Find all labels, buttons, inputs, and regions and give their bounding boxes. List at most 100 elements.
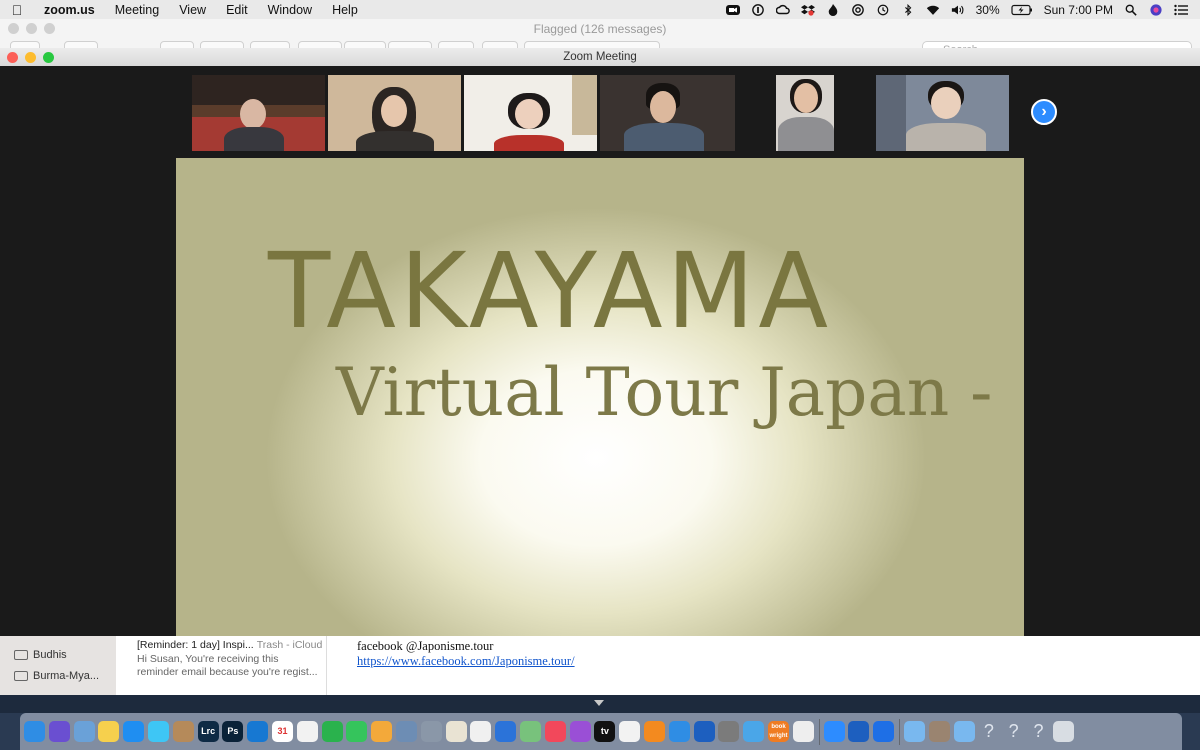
- dock-finder-icon[interactable]: [24, 721, 45, 742]
- dock-trash-icon[interactable]: [1052, 721, 1074, 742]
- bluetooth-icon[interactable]: [901, 3, 915, 16]
- dock-notes-icon[interactable]: [98, 721, 120, 742]
- dock-facetime-icon[interactable]: [346, 721, 368, 742]
- dock-textedit-icon[interactable]: [445, 721, 467, 742]
- mail-zoom-button[interactable]: [44, 23, 55, 34]
- dock-books-icon[interactable]: [644, 721, 665, 742]
- participant-face: [381, 95, 407, 127]
- dock-unknown-1-icon[interactable]: ?: [978, 721, 999, 742]
- dock-unknown-3-icon[interactable]: ?: [1028, 721, 1049, 742]
- message-list-item[interactable]: [Reminder: 1 day] Inspi... Trash - iCloud: [137, 639, 322, 651]
- participant-body: [906, 123, 986, 151]
- participant-tile[interactable]: [464, 75, 597, 151]
- wifi-icon[interactable]: [926, 4, 940, 16]
- dock-chrome-icon[interactable]: [470, 721, 492, 742]
- time-machine-icon[interactable]: [876, 4, 890, 16]
- zoom-minimize-button[interactable]: [25, 52, 36, 63]
- clock[interactable]: Sun 7:00 PM: [1044, 3, 1113, 17]
- dock-tv-icon[interactable]: tv: [594, 721, 616, 742]
- participant-tile[interactable]: [738, 75, 873, 151]
- menu-view[interactable]: View: [169, 3, 216, 17]
- facebook-link[interactable]: https://www.facebook.com/Japonisme.tour/: [357, 654, 575, 669]
- chevron-down-icon[interactable]: [594, 700, 604, 706]
- dock-launchpad-icon[interactable]: [420, 721, 442, 742]
- dock-1password-icon[interactable]: [693, 721, 715, 742]
- creative-cloud-icon[interactable]: [775, 4, 790, 16]
- dock-app-store-icon[interactable]: [668, 721, 690, 742]
- mail-minimize-button[interactable]: [26, 23, 37, 34]
- dock-system-preferences-icon[interactable]: [718, 721, 740, 742]
- dock-dropbox-icon[interactable]: [873, 721, 895, 742]
- dock-separator: [899, 719, 900, 745]
- dock-folder-documents-icon[interactable]: [953, 721, 975, 742]
- apple-menu-icon[interactable]: : [0, 2, 34, 18]
- dock-lightroom-icon[interactable]: Lrc: [197, 721, 219, 742]
- dropbox-icon[interactable]: [800, 4, 815, 16]
- dock-podcasts-icon[interactable]: [569, 721, 591, 742]
- chevron-right-icon: ›: [1041, 103, 1047, 120]
- mail-close-button[interactable]: [8, 23, 19, 34]
- sidebar-item-burma[interactable]: Burma-Mya...: [14, 670, 99, 682]
- mail-window-title: Flagged (126 messages): [533, 22, 667, 36]
- menu-help[interactable]: Help: [322, 3, 368, 17]
- message-body: facebook @Japonisme.tour https://www.fac…: [337, 635, 1200, 695]
- dock-photoshop-icon[interactable]: Ps: [222, 721, 244, 742]
- dock-reminders-icon[interactable]: [296, 721, 318, 742]
- participant-gallery: [0, 75, 1200, 151]
- participant-tile[interactable]: [600, 75, 735, 151]
- 1password-icon[interactable]: [751, 3, 765, 16]
- siri-icon[interactable]: [1149, 3, 1163, 16]
- mail-titlebar: Flagged (126 messages): [0, 19, 1200, 39]
- shared-subtitle: Virtual Tour Japan -: [336, 354, 993, 431]
- sidebar-item-budhis[interactable]: Budhis: [14, 649, 67, 661]
- battery-percent: 30%: [975, 2, 1000, 17]
- volume-icon[interactable]: [951, 4, 965, 16]
- control-list-icon[interactable]: [1174, 4, 1188, 16]
- dock-zoom-icon[interactable]: [823, 721, 845, 742]
- dock-1password-mini-icon[interactable]: [848, 721, 870, 742]
- o-icon[interactable]: [851, 3, 865, 16]
- zoom-window-controls: [7, 52, 54, 63]
- dock-maps-icon[interactable]: [520, 721, 541, 742]
- menu-edit[interactable]: Edit: [216, 3, 258, 17]
- menu-window[interactable]: Window: [258, 3, 322, 17]
- sidebar-item-label: Budhis: [33, 649, 67, 661]
- dock-unknown-2-icon[interactable]: ?: [1003, 721, 1024, 742]
- message-preview: Hi Susan, You're receiving this reminder…: [137, 653, 318, 678]
- sidebar-item-label: Burma-Mya...: [33, 670, 100, 682]
- dock-keynote-icon[interactable]: [495, 721, 517, 742]
- dock-messages-icon[interactable]: [148, 721, 169, 742]
- dock-calendar-icon[interactable]: 31: [272, 721, 293, 742]
- participant-tile[interactable]: [328, 75, 461, 151]
- dock-preview-icon[interactable]: [73, 721, 95, 742]
- dock-archive-icon[interactable]: [928, 721, 950, 742]
- dock-book-wright-icon[interactable]: book wright: [768, 721, 789, 742]
- tile-background: [572, 75, 597, 135]
- dock-scanner-icon[interactable]: [792, 721, 814, 742]
- battery-icon[interactable]: [1011, 4, 1033, 16]
- dock-folder-downloads-icon[interactable]: [904, 721, 925, 742]
- app-menu[interactable]: zoom.us: [34, 3, 105, 17]
- participant-tile[interactable]: [876, 75, 1009, 151]
- flame-icon[interactable]: [826, 3, 840, 16]
- zoom-close-button[interactable]: [7, 52, 18, 63]
- participant-tile[interactable]: [192, 75, 325, 151]
- spotlight-search-icon[interactable]: [1124, 4, 1138, 16]
- participant-body: [624, 123, 704, 151]
- zoom-icon[interactable]: [725, 4, 740, 16]
- zoom-fullscreen-button[interactable]: [43, 52, 54, 63]
- dock-news-icon[interactable]: [619, 721, 641, 742]
- dock-safari-icon[interactable]: [123, 721, 145, 742]
- message-subject: [Reminder: 1 day] Inspi...: [137, 639, 254, 651]
- tile-background: [876, 75, 906, 151]
- dock-music-icon[interactable]: [544, 721, 566, 742]
- dock-evernote-icon[interactable]: [321, 721, 343, 742]
- next-page-button[interactable]: ›: [1031, 99, 1057, 125]
- dock-photos-icon[interactable]: [371, 721, 393, 742]
- dock-image-capture-icon[interactable]: [396, 721, 417, 742]
- dock-siri-icon[interactable]: [48, 721, 70, 742]
- menu-meeting[interactable]: Meeting: [105, 3, 169, 17]
- dock-trello-icon[interactable]: [247, 721, 269, 742]
- dock-contacts-icon[interactable]: [172, 721, 194, 742]
- dock-blocker-icon[interactable]: [743, 721, 765, 742]
